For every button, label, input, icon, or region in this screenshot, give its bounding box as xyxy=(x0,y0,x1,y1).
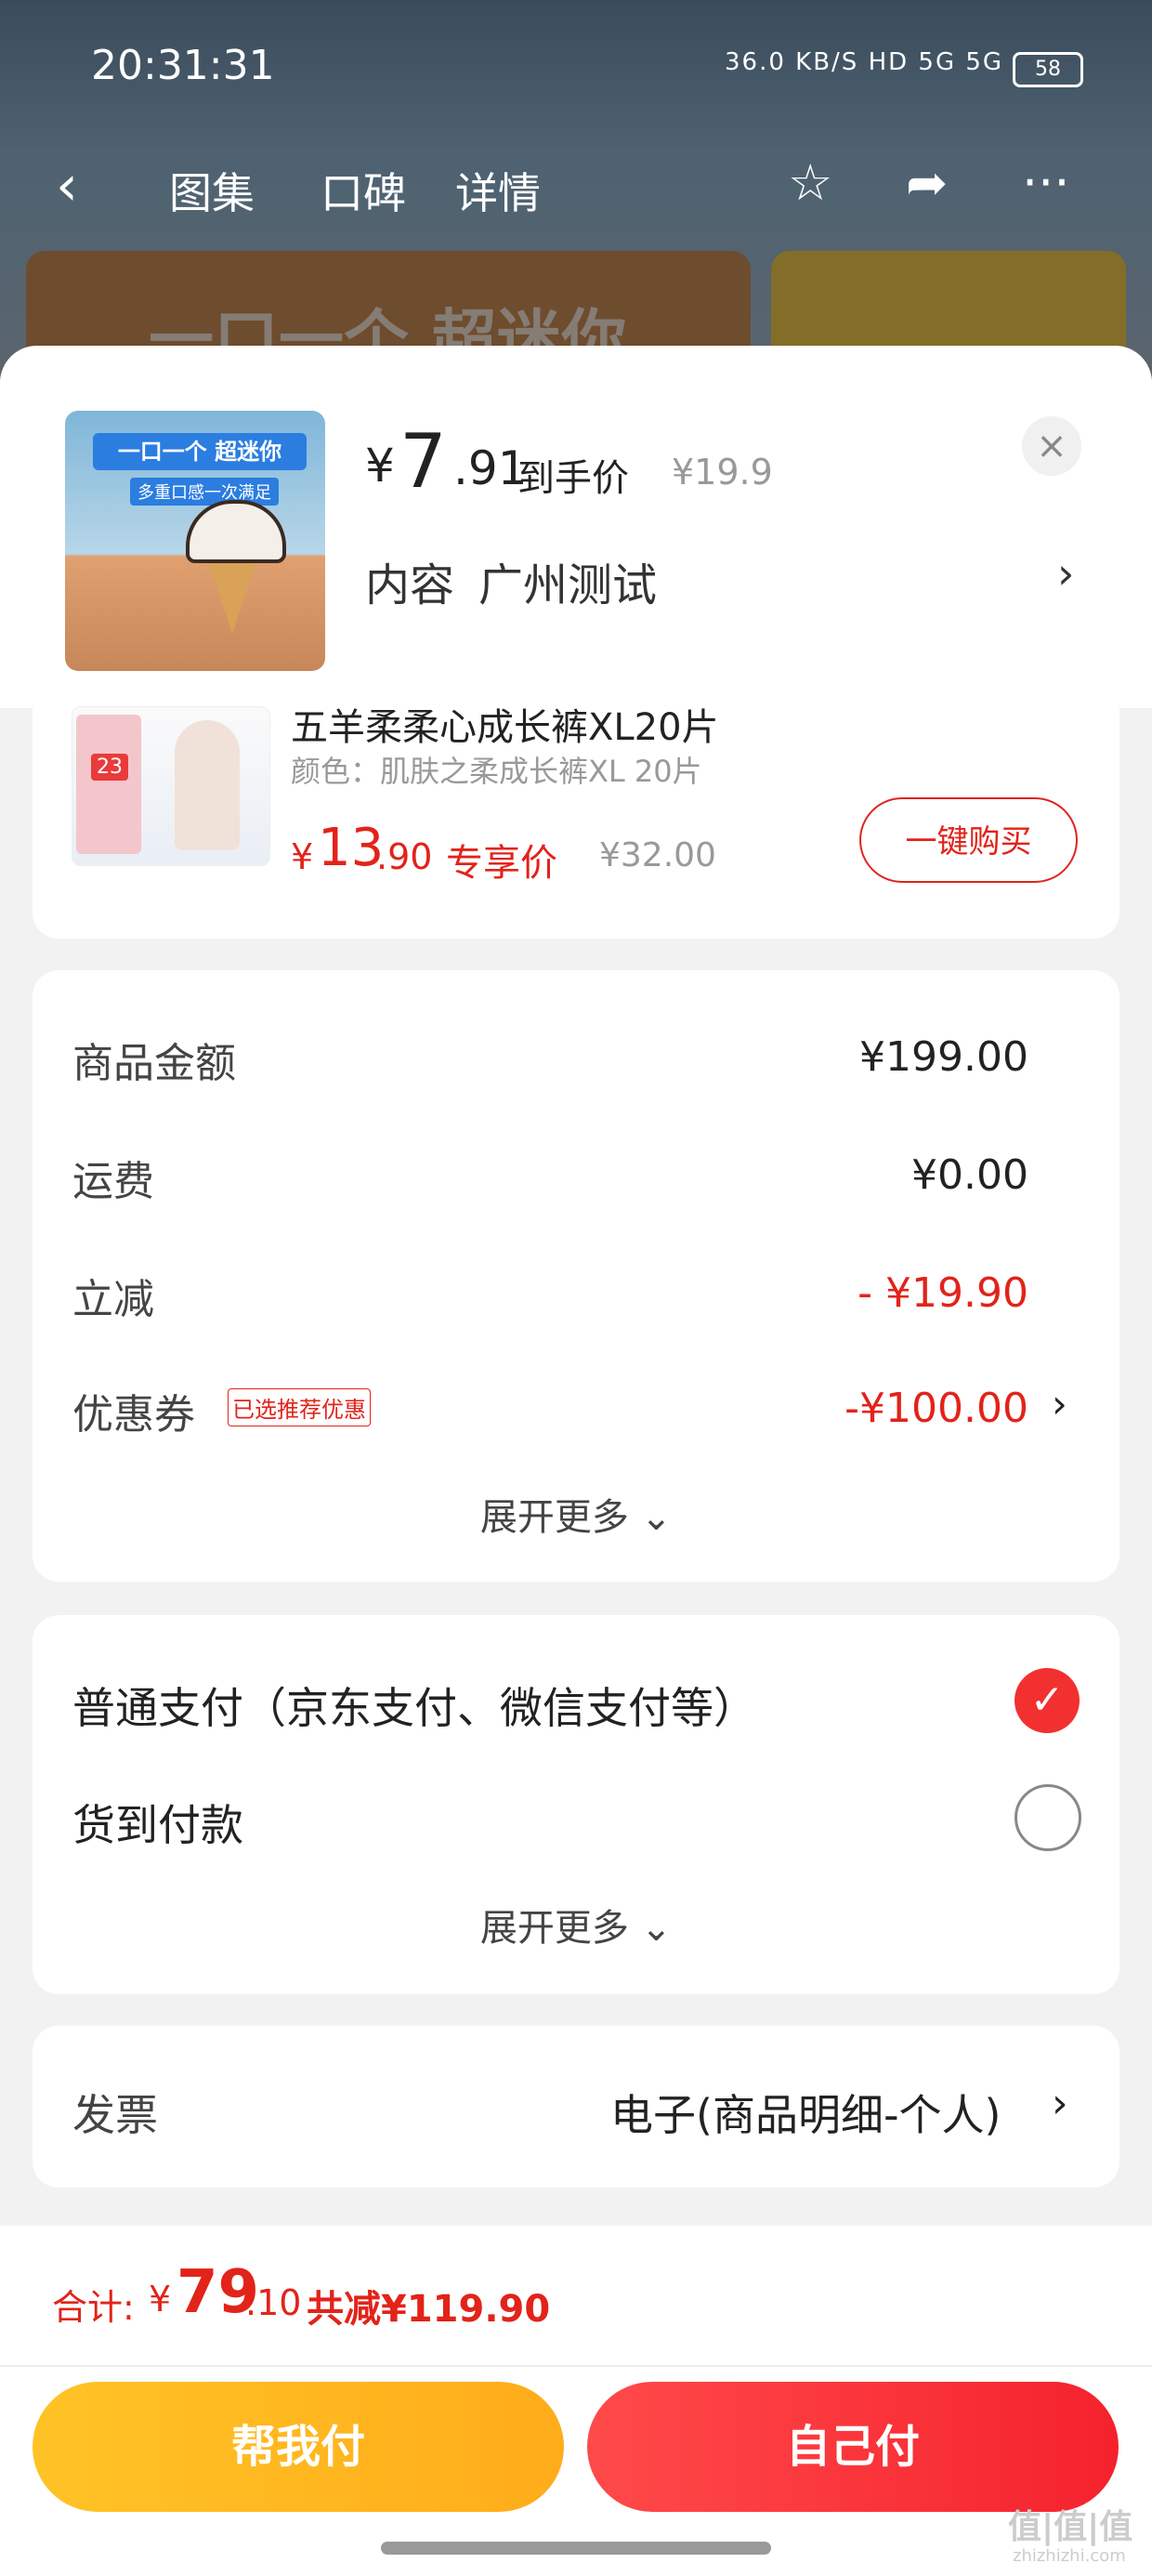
header-price-currency: ¥ xyxy=(365,439,395,493)
summary-label-subtotal: 商品金额 xyxy=(72,1040,236,1087)
product-image[interactable]: 23 xyxy=(72,706,270,866)
total-currency: ¥ xyxy=(149,2279,172,2320)
payment-expand-label: 展开更多 xyxy=(479,1907,629,1950)
summary-value-coupon[interactable]: -¥100.00 xyxy=(844,1385,1028,1432)
close-icon[interactable]: × xyxy=(1022,416,1081,476)
thumb-title: 一口一个 超迷你 xyxy=(93,433,307,470)
watermark-url: zhizhizhi.com xyxy=(1013,2546,1126,2566)
tab-details[interactable]: 详情 xyxy=(455,160,541,221)
payment-expand-button[interactable]: 展开更多 ⌄ xyxy=(0,1898,1152,1952)
summary-expand-button[interactable]: 展开更多 ⌄ xyxy=(0,1487,1152,1541)
share-icon[interactable]: ➦ xyxy=(906,153,948,212)
help-me-pay-button[interactable]: 帮我付 xyxy=(33,2382,564,2512)
header-original-price: ¥19.9 xyxy=(672,452,773,493)
tab-reviews[interactable]: 口碑 xyxy=(321,160,406,221)
total-decimal: .10 xyxy=(245,2282,302,2323)
tab-gallery[interactable]: 图集 xyxy=(169,160,255,221)
product-price-currency: ¥ xyxy=(291,836,314,877)
header-price-decimal: .91 xyxy=(453,441,528,495)
star-icon[interactable]: ☆ xyxy=(788,153,832,212)
footer-divider xyxy=(0,2365,1152,2367)
thumb-subtitle: 多重口感一次满足 xyxy=(130,478,279,506)
product-price-decimal: .90 xyxy=(376,836,433,877)
chevron-down-icon: ⌄ xyxy=(640,1907,673,1950)
status-network: 36.0 KB/S HD 5G 5G xyxy=(725,48,1004,76)
product-model xyxy=(175,720,240,850)
watermark: 值|值|值 xyxy=(1008,2508,1133,2546)
content-label: 内容 xyxy=(365,559,455,611)
coupon-tag: 已选推荐优惠 xyxy=(228,1388,371,1426)
chevron-right-icon[interactable]: › xyxy=(1052,1381,1067,1426)
chevron-right-icon[interactable]: › xyxy=(1052,2080,1068,2127)
invoice-label: 发票 xyxy=(72,2090,158,2140)
payment-option-cod[interactable]: 货到付款 xyxy=(72,1792,243,1853)
pay-myself-button[interactable]: 自己付 xyxy=(587,2382,1119,2512)
battery-icon: 58 xyxy=(1013,52,1083,87)
product-price-tag: 专享价 xyxy=(446,842,557,885)
ice-cream-scoop xyxy=(186,500,286,563)
home-indicator[interactable] xyxy=(381,2542,771,2555)
product-badge: 23 xyxy=(91,754,128,781)
summary-label-discount: 立减 xyxy=(72,1276,154,1323)
total-savings: 共减¥119.90 xyxy=(307,2288,551,2331)
more-icon[interactable]: ··· xyxy=(1022,153,1070,212)
summary-value-shipping: ¥0.00 xyxy=(911,1151,1028,1199)
chevron-down-icon: ⌄ xyxy=(640,1496,673,1539)
back-icon[interactable]: ‹ xyxy=(56,153,78,218)
total-label: 合计: xyxy=(52,2287,135,2328)
product-spec: 颜色：肌肤之柔成长裤XL 20片 xyxy=(291,754,702,789)
status-time: 20:31:31 xyxy=(91,42,275,89)
radio-unchecked[interactable] xyxy=(1015,1784,1081,1851)
product-original-price: ¥32.00 xyxy=(599,836,716,874)
summary-label-shipping: 运费 xyxy=(72,1158,154,1205)
product-price-integer: 13 xyxy=(318,818,385,878)
check-icon[interactable]: ✓ xyxy=(1015,1668,1080,1733)
summary-value-subtotal: ¥199.00 xyxy=(859,1033,1028,1081)
payment-option-online[interactable]: 普通支付（京东支付、微信支付等） xyxy=(72,1675,756,1736)
product-thumbnail: 一口一个 超迷你 多重口感一次满足 xyxy=(65,411,325,671)
product-pack xyxy=(76,715,141,854)
chevron-right-icon[interactable]: › xyxy=(1057,548,1074,598)
summary-label-coupon[interactable]: 优惠券 xyxy=(72,1381,195,1440)
header-price-tag: 到手价 xyxy=(517,457,629,500)
content-value[interactable]: 广州测试 xyxy=(478,548,657,613)
summary-expand-label: 展开更多 xyxy=(479,1496,629,1539)
header-price-integer: 7 xyxy=(399,418,447,505)
one-click-buy-button[interactable]: 一键购买 xyxy=(859,797,1078,883)
summary-value-discount: - ¥19.90 xyxy=(857,1269,1028,1317)
invoice-value[interactable]: 电子(商品明细-个人) xyxy=(610,2082,1001,2143)
